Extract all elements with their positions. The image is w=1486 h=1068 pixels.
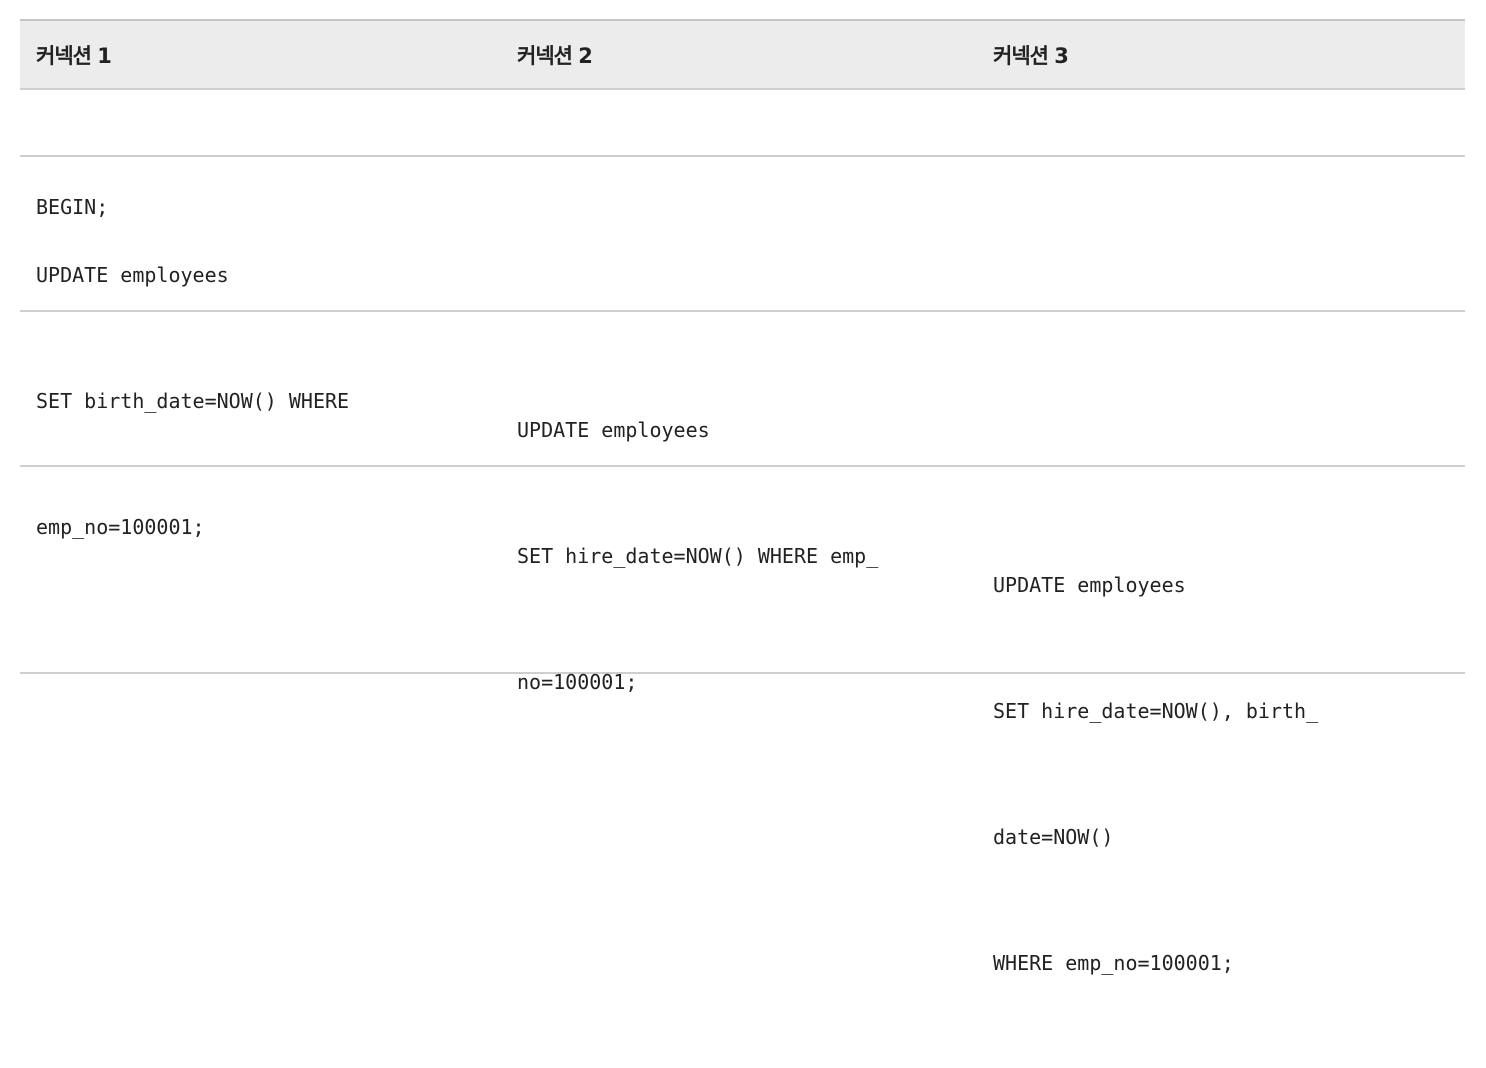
table-cell: UPDATE employees SET hire_date=NOW() WHE…	[501, 312, 977, 694]
table-row: UPDATE employees SET hire_date=NOW(), bi…	[20, 467, 1465, 975]
table-row: BEGIN;	[20, 90, 1465, 219]
table-header-row: 커넥션 1 커넥션 2 커넥션 3	[20, 21, 1465, 90]
sql-line: UPDATE employees	[993, 573, 1186, 597]
table-row: UPDATE employees SET birth_date=NOW() WH…	[20, 157, 1465, 539]
header-connection-1: 커넥션 1	[36, 43, 112, 68]
table-cell	[977, 157, 1465, 310]
sql-line: UPDATE employees	[36, 263, 229, 287]
connection-timeline-table: 커넥션 1 커넥션 2 커넥션 3 BEGIN; UPDATE employee…	[20, 19, 1465, 975]
table-row: UPDATE employees SET hire_date=NOW() WHE…	[20, 312, 1465, 694]
table-cell	[20, 467, 501, 672]
table-cell	[501, 90, 977, 155]
header-connection-2: 커넥션 2	[517, 43, 593, 68]
sql-line: WHERE emp_no=100001;	[993, 951, 1234, 975]
table-cell	[977, 312, 1465, 465]
sql-line: UPDATE employees	[517, 418, 710, 442]
table-cell	[977, 90, 1465, 155]
table-cell: BEGIN;	[20, 90, 501, 219]
table-cell: UPDATE employees SET birth_date=NOW() WH…	[20, 157, 501, 539]
table-cell	[501, 467, 977, 672]
table-cell	[20, 312, 501, 465]
sql-line: date=NOW()	[993, 825, 1114, 849]
header-connection-3: 커넥션 3	[993, 43, 1069, 68]
table-cell	[501, 157, 977, 310]
table-cell: UPDATE employees SET hire_date=NOW(), bi…	[977, 467, 1465, 975]
sql-line: SET hire_date=NOW(), birth_	[993, 699, 1319, 723]
